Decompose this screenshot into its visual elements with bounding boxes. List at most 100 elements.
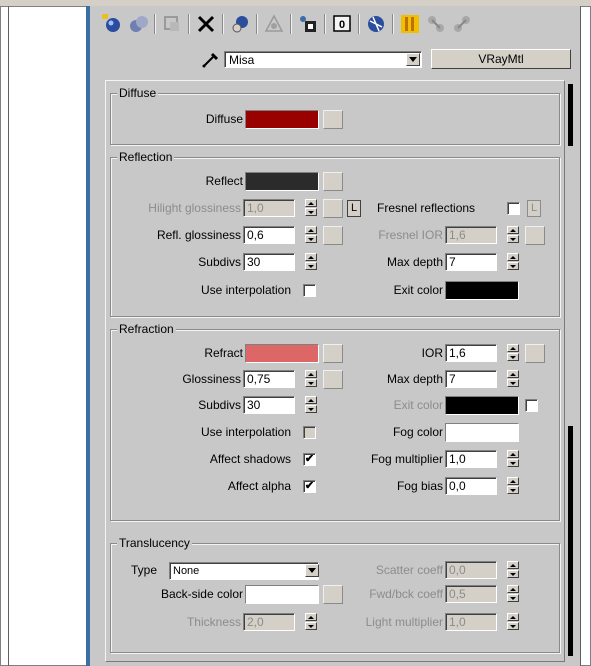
- chevron-down-icon: [409, 57, 417, 62]
- fresnel-ior-input[interactable]: 1,6: [445, 226, 497, 244]
- refract-color-swatch[interactable]: [245, 344, 319, 363]
- ior-input[interactable]: 1,6: [445, 344, 497, 362]
- scatter-coeff-input[interactable]: 0,0: [445, 561, 497, 579]
- arrow-up-icon: [510, 479, 516, 483]
- arrow-up-icon: [510, 346, 516, 350]
- fog-multiplier-spinner[interactable]: [507, 450, 519, 468]
- translucency-type-label: Type: [131, 563, 158, 577]
- reset-map-button[interactable]: [194, 12, 218, 36]
- back-side-map-button[interactable]: [323, 585, 343, 604]
- material-navigator-button[interactable]: [450, 12, 474, 36]
- fresnel-ior-map-button[interactable]: [525, 226, 545, 245]
- show-end-result-button[interactable]: [364, 12, 388, 36]
- material-name-field[interactable]: Misa: [224, 51, 422, 68]
- refraction-max-depth-input[interactable]: 7: [445, 370, 497, 388]
- get-material-icon: [102, 14, 120, 32]
- reflection-max-depth-spinner[interactable]: [507, 253, 519, 271]
- light-multiplier-input[interactable]: 1,0: [445, 613, 497, 631]
- refl-glossiness-spinner[interactable]: [305, 226, 317, 244]
- thickness-input[interactable]: 2,0: [243, 613, 295, 631]
- toolbar-separator: [256, 14, 258, 34]
- light-multiplier-spinner[interactable]: [507, 613, 519, 631]
- make-unique-button[interactable]: [228, 12, 252, 36]
- go-to-parent-button[interactable]: [398, 12, 422, 36]
- material-navigator-icon: [454, 16, 470, 32]
- scrollbar-track-dark[interactable]: [568, 426, 573, 656]
- diffuse-map-button[interactable]: [323, 110, 343, 129]
- material-type-button[interactable]: VRayMtl: [431, 49, 571, 69]
- fresnel-ior-spinner[interactable]: [507, 226, 519, 244]
- glossiness-input[interactable]: 0,75: [243, 370, 295, 388]
- fresnel-ior-lock-button[interactable]: L: [527, 200, 541, 217]
- arrow-down-icon: [308, 210, 314, 214]
- hilight-glossiness-spinner[interactable]: [305, 199, 317, 217]
- fog-color-swatch[interactable]: [445, 423, 519, 442]
- translucency-group-title: Translucency: [117, 536, 192, 550]
- affect-shadows-checkbox[interactable]: ✔: [303, 453, 316, 466]
- diffuse-color-swatch[interactable]: [245, 110, 319, 129]
- fog-bias-spinner[interactable]: [507, 477, 519, 495]
- arrow-down-icon: [510, 461, 516, 465]
- reflection-max-depth-input[interactable]: 7: [445, 253, 497, 271]
- fresnel-ior-label: Fresnel IOR: [378, 228, 443, 242]
- show-map-in-viewport-icon: 0: [333, 15, 351, 32]
- refl-glossiness-input[interactable]: 0,6: [243, 226, 295, 244]
- material-effects-channel-icon: [300, 16, 316, 32]
- fog-bias-input[interactable]: 0,0: [445, 477, 497, 495]
- reflection-subdivs-input[interactable]: 30: [243, 253, 295, 271]
- fwd-bck-coeff-spinner[interactable]: [507, 585, 519, 603]
- scatter-coeff-label: Scatter coeff: [375, 563, 443, 577]
- material-toolbar: 0: [90, 6, 580, 40]
- assign-to-selection-button[interactable]: [160, 12, 184, 36]
- fog-multiplier-input[interactable]: 1,0: [445, 450, 497, 468]
- hilight-glossiness-input[interactable]: 1,0: [243, 199, 295, 217]
- refraction-exit-color-checkbox[interactable]: [525, 399, 538, 412]
- reflection-max-depth-label: Max depth: [386, 255, 443, 269]
- put-to-library-button[interactable]: [262, 12, 286, 36]
- arrow-up-icon: [308, 372, 314, 376]
- refl-glossiness-map-button[interactable]: [323, 226, 343, 245]
- material-editor-panel: 0 Misa VRayMtl Diffuse Diffuse Reflectio…: [90, 6, 580, 666]
- scatter-coeff-spinner[interactable]: [507, 561, 519, 579]
- fwd-bck-coeff-input[interactable]: 0,5: [445, 585, 497, 603]
- glossiness-map-button[interactable]: [323, 370, 343, 389]
- material-effects-channel-button[interactable]: [296, 12, 320, 36]
- reflection-subdivs-spinner[interactable]: [305, 253, 317, 271]
- refraction-subdivs-input[interactable]: 30: [243, 396, 295, 414]
- go-forward-to-sibling-button[interactable]: [424, 12, 448, 36]
- refraction-max-depth-spinner[interactable]: [507, 370, 519, 388]
- reflect-map-button[interactable]: [323, 172, 343, 191]
- arrow-down-icon: [308, 624, 314, 628]
- fresnel-reflections-checkbox[interactable]: [507, 202, 520, 215]
- put-to-scene-button[interactable]: [126, 12, 150, 36]
- refraction-exit-color-swatch[interactable]: [445, 396, 519, 415]
- translucency-type-select[interactable]: None: [169, 562, 319, 580]
- back-side-color-swatch[interactable]: [245, 585, 319, 604]
- refract-map-button[interactable]: [323, 344, 343, 363]
- svg-text:0: 0: [339, 19, 345, 31]
- arrow-up-icon: [510, 452, 516, 456]
- pick-material-button[interactable]: [201, 51, 221, 69]
- thickness-spinner[interactable]: [305, 613, 317, 631]
- affect-alpha-checkbox[interactable]: ✔: [303, 480, 316, 493]
- refraction-subdivs-spinner[interactable]: [305, 396, 317, 414]
- reflection-use-interpolation-checkbox[interactable]: [303, 284, 316, 297]
- hilight-glossiness-map-button[interactable]: [323, 199, 343, 218]
- ior-map-button[interactable]: [525, 344, 545, 363]
- reflection-group: Reflection Reflect Hilight glossiness 1,…: [110, 150, 560, 317]
- arrow-up-icon: [308, 201, 314, 205]
- ior-spinner[interactable]: [507, 344, 519, 362]
- hilight-lock-button[interactable]: L: [347, 200, 361, 217]
- arrow-down-icon: [510, 264, 516, 268]
- get-material-button[interactable]: [100, 12, 124, 36]
- translucency-group: Translucency Type None Scatter coeff 0,0…: [110, 536, 560, 653]
- reflect-color-swatch[interactable]: [245, 172, 319, 191]
- refraction-use-interpolation-checkbox[interactable]: [303, 426, 316, 439]
- translucency-type-dropdown[interactable]: [305, 564, 319, 577]
- reflection-exit-color-swatch[interactable]: [445, 281, 519, 300]
- show-map-in-viewport-button[interactable]: 0: [330, 12, 354, 36]
- material-name-dropdown[interactable]: [406, 53, 420, 66]
- assign-to-selection-icon: [164, 16, 179, 31]
- glossiness-spinner[interactable]: [305, 370, 317, 388]
- scrollbar-thumb[interactable]: [568, 84, 573, 146]
